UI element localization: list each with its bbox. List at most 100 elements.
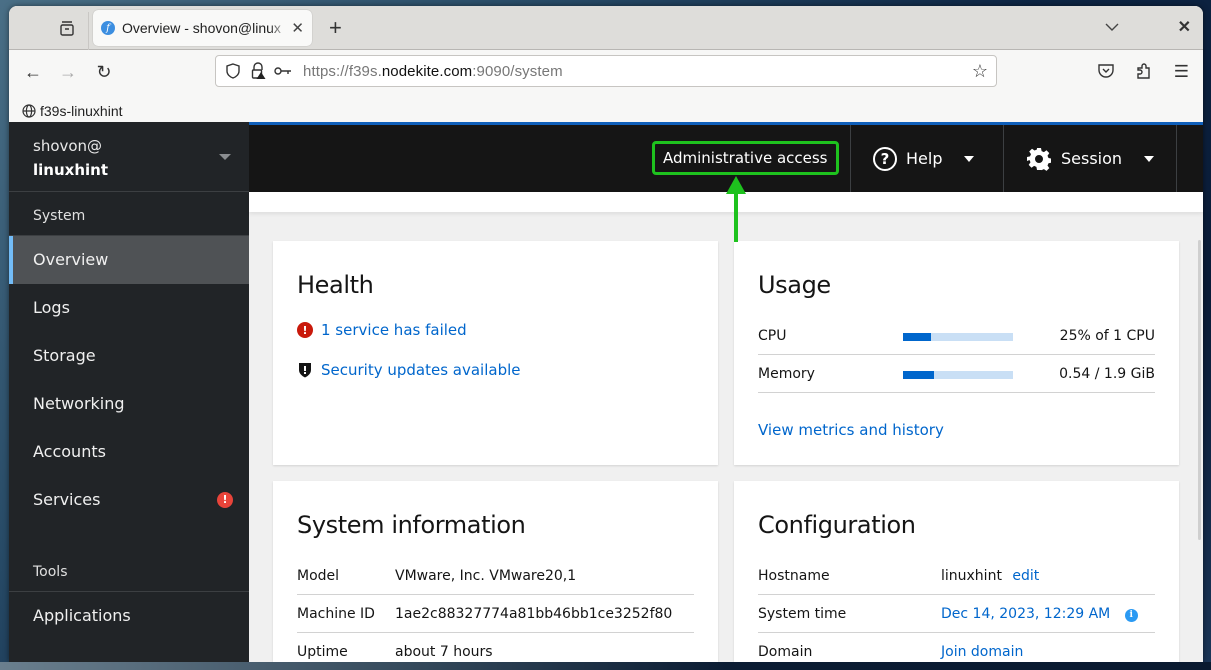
pocket-icon[interactable] — [1097, 62, 1115, 85]
system-information-card: System information Model VMware, Inc. VM… — [273, 481, 718, 662]
menu-hamburger-icon[interactable]: ☰ — [1174, 62, 1189, 82]
system-time-value-group: Dec 14, 2023, 12:29 AM i — [941, 606, 1138, 622]
shield-tracking-icon[interactable] — [224, 62, 242, 80]
url-prefix: https://f39s. — [303, 62, 382, 80]
sidebar-item-label: Networking — [33, 394, 125, 413]
memory-label: Memory — [758, 366, 815, 382]
close-tab-icon[interactable]: ✕ — [291, 19, 304, 37]
join-domain-link[interactable]: Join domain — [941, 644, 1023, 660]
sidebar-item-overview[interactable]: Overview — [9, 236, 249, 284]
url-suffix: :9090/system — [472, 62, 563, 80]
list-tabs-chevron-icon[interactable] — [1105, 19, 1119, 35]
edit-hostname-link[interactable]: edit — [1012, 568, 1039, 584]
sysinfo-row-machine-id: Machine ID 1ae2c88327774a81bb46bb1ce3252… — [297, 595, 694, 633]
failed-service-link[interactable]: 1 service has failed — [321, 321, 467, 339]
cpu-value: 25% of 1 CPU — [1059, 328, 1155, 344]
sidebar-item-networking[interactable]: Networking — [9, 380, 249, 428]
config-row-system-time: System time Dec 14, 2023, 12:29 AM i — [758, 595, 1155, 633]
hostname-label: Hostname — [758, 568, 830, 584]
bookmark-star-icon[interactable]: ☆ — [972, 61, 988, 82]
sidebar-item-storage[interactable]: Storage — [9, 332, 249, 380]
system-time-label: System time — [758, 606, 847, 622]
help-question-icon: ? — [873, 146, 897, 171]
back-arrow-icon[interactable]: ← — [22, 62, 44, 83]
session-label: Session — [1061, 149, 1123, 168]
annotation-arrow — [726, 176, 746, 242]
window-close-icon[interactable]: ✕ — [1178, 17, 1191, 37]
view-metrics-link[interactable]: View metrics and history — [758, 421, 944, 439]
tab-overview-icon — [60, 21, 74, 36]
security-updates-link[interactable]: Security updates available — [321, 361, 521, 379]
sidebar-item-accounts[interactable]: Accounts — [9, 428, 249, 476]
url-text[interactable]: https://f39s.nodekite.com:9090/system — [303, 63, 563, 80]
administrative-access-button[interactable]: Administrative access — [652, 141, 839, 175]
memory-usage-fill — [903, 371, 934, 379]
reload-icon[interactable]: ↻ — [93, 62, 115, 83]
caret-down-icon — [964, 155, 975, 162]
health-item-failed-service[interactable]: ! 1 service has failed — [297, 321, 467, 339]
health-card: Health ! 1 service has failed Security u… — [273, 241, 718, 465]
config-row-domain: Domain Join domain — [758, 633, 1155, 662]
tab-bar: f Overview - shovon@linux ✕ + ✕ — [9, 6, 1203, 50]
url-bar[interactable]: https://f39s.nodekite.com:9090/system ☆ — [215, 55, 997, 87]
machine-id-value: 1ae2c88327774a81bb46bb1ce3252f80 — [395, 606, 673, 622]
usage-row-cpu: CPU 25% of 1 CPU — [758, 317, 1155, 355]
sidebar-item-logs[interactable]: Logs — [9, 284, 249, 332]
domain-label: Domain — [758, 644, 813, 660]
browser-window: f Overview - shovon@linux ✕ + ✕ ← → ↻ ht… — [9, 6, 1203, 662]
domain-value-group: Join domain — [941, 644, 1023, 660]
topbar-divider — [1176, 125, 1177, 192]
host-user: shovon@ — [33, 137, 103, 155]
sidebar-section-system: System — [9, 192, 249, 236]
sidebar-item-label: Storage — [33, 346, 96, 365]
info-icon[interactable]: i — [1124, 608, 1138, 622]
cpu-label: CPU — [758, 328, 787, 344]
sidebar-item-services[interactable]: Services ! — [9, 476, 249, 524]
host-name: linuxhint — [33, 161, 108, 179]
sidebar-item-label: Services — [33, 490, 101, 509]
bookmark-item[interactable]: f39s-linuxhint — [22, 103, 123, 119]
cpu-usage-bar — [903, 333, 1013, 341]
sidebar-item-applications[interactable]: Applications — [9, 592, 249, 640]
tab-separator — [88, 12, 89, 50]
globe-icon — [22, 104, 36, 118]
health-title: Health — [297, 271, 374, 299]
insecure-lock-icon[interactable] — [249, 62, 267, 80]
fedora-icon: f — [101, 21, 115, 35]
sidebar: shovon@ linuxhint System Overview Logs S… — [9, 122, 249, 662]
sidebar-item-label: Accounts — [33, 442, 106, 461]
config-row-hostname: Hostname linuxhint edit — [758, 557, 1155, 595]
help-label: Help — [906, 149, 943, 168]
caret-down-icon — [219, 154, 231, 160]
cpu-usage-fill — [903, 333, 931, 341]
page-scrollbar[interactable] — [1198, 240, 1201, 540]
page-header-band — [249, 192, 1203, 212]
uptime-label: Uptime — [297, 644, 348, 660]
system-information-title: System information — [297, 511, 526, 539]
url-domain: nodekite.com — [381, 62, 473, 80]
hostname-value: linuxhint — [941, 568, 1002, 584]
forward-arrow-icon[interactable]: → — [57, 62, 79, 83]
error-circle-icon: ! — [297, 322, 313, 338]
system-time-link[interactable]: Dec 14, 2023, 12:29 AM — [941, 606, 1110, 622]
desktop-background — [0, 662, 1211, 670]
configuration-title: Configuration — [758, 511, 916, 539]
gear-icon — [1027, 147, 1051, 171]
session-menu-button[interactable]: Session — [1027, 125, 1155, 192]
usage-title: Usage — [758, 271, 831, 299]
help-menu-button[interactable]: ? Help — [873, 125, 975, 192]
key-icon[interactable] — [274, 62, 292, 80]
host-switcher[interactable]: shovon@ linuxhint — [9, 122, 249, 192]
shield-icon — [297, 362, 313, 378]
tab-overview[interactable]: f Overview - shovon@linux ✕ — [93, 10, 312, 46]
sidebar-item-label: Logs — [33, 298, 70, 317]
extensions-puzzle-icon[interactable] — [1135, 62, 1153, 85]
health-item-security-updates[interactable]: Security updates available — [297, 361, 521, 379]
tab-title: Overview - shovon@linux — [122, 20, 281, 36]
sidebar-section-tools: Tools — [9, 548, 249, 592]
new-tab-button[interactable]: + — [329, 15, 342, 41]
tab-overview-button[interactable] — [57, 18, 77, 38]
caret-down-icon — [1144, 155, 1155, 162]
usage-card: Usage CPU 25% of 1 CPU Memory 0.54 / 1.9… — [734, 241, 1179, 465]
topbar-divider — [1003, 125, 1004, 192]
